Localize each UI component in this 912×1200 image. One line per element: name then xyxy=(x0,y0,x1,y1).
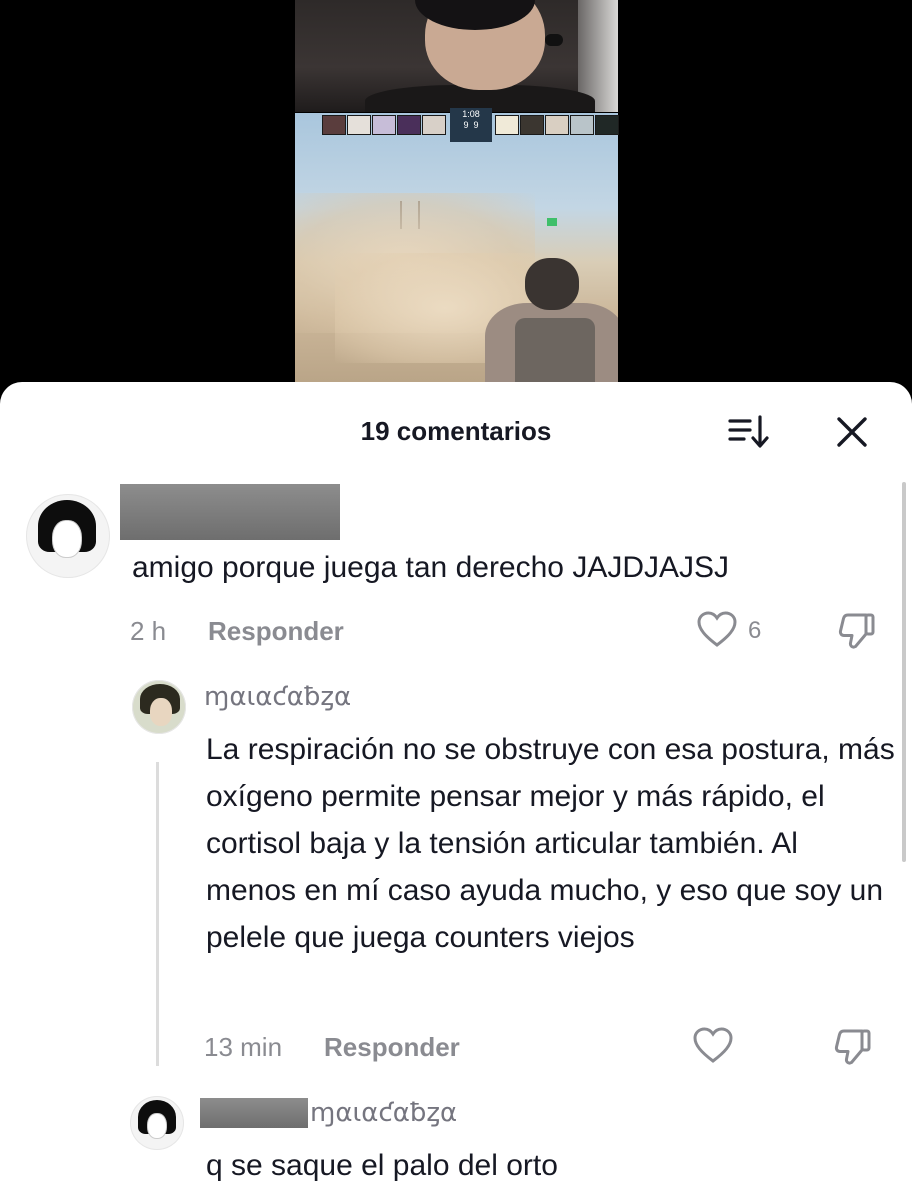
team-avatar xyxy=(347,115,371,135)
comment-text: La respiración no se obstruye con esa po… xyxy=(206,733,895,954)
avatar[interactable] xyxy=(132,680,186,734)
heart-icon xyxy=(693,1027,733,1063)
username[interactable]: ɱαɩαƈαƀȥα xyxy=(204,682,351,712)
video-player[interactable]: 1:08 9 9 xyxy=(0,0,912,400)
headset-mic-icon xyxy=(545,34,563,46)
sort-button[interactable] xyxy=(728,412,772,452)
like-button[interactable] xyxy=(696,610,738,655)
round-score: 1:08 9 9 xyxy=(450,108,492,142)
comments-header: 19 comentarios xyxy=(0,382,912,482)
team-avatar xyxy=(595,115,619,135)
like-count: 6 xyxy=(748,617,762,644)
dislike-icon xyxy=(834,1029,871,1065)
avatar[interactable] xyxy=(26,494,110,578)
close-icon xyxy=(837,417,867,447)
team-avatar xyxy=(570,115,594,135)
comment-time: 13 min xyxy=(204,1032,283,1062)
game-footage xyxy=(295,113,618,385)
team-avatar xyxy=(520,115,544,135)
team-avatar xyxy=(397,115,421,135)
heart-icon xyxy=(697,611,737,647)
team-avatar xyxy=(372,115,396,135)
comment-text: amigo porque juega tan derecho JAJDJAJSJ xyxy=(132,551,730,584)
dislike-button[interactable] xyxy=(832,1026,874,1073)
scrollbar[interactable] xyxy=(902,482,906,862)
team-avatar xyxy=(422,115,446,135)
avatar[interactable] xyxy=(130,1096,184,1150)
streamer-webcam xyxy=(295,0,618,112)
team-avatar xyxy=(545,115,569,135)
score-left: 9 xyxy=(463,120,469,130)
reply-button[interactable]: Responder xyxy=(324,1032,460,1063)
dislike-icon xyxy=(838,613,875,649)
comment-text: q se saque el palo del orto xyxy=(206,1149,558,1182)
redacted-username xyxy=(200,1098,308,1128)
like-button[interactable] xyxy=(692,1026,734,1071)
reply-to-username[interactable]: ɱαɩαƈαƀȥα xyxy=(310,1098,457,1128)
comments-count-title: 19 comentarios xyxy=(360,416,552,446)
game-hud: 1:08 9 9 xyxy=(322,108,620,142)
comment-time: 2 h xyxy=(130,616,167,646)
dislike-button[interactable] xyxy=(836,610,878,657)
thread-line xyxy=(156,762,159,1066)
sort-icon xyxy=(728,415,769,448)
score-right: 9 xyxy=(473,120,479,130)
comments-sheet: 19 comentarios amigo porque juega tan de… xyxy=(0,382,912,1200)
reply-button[interactable]: Responder xyxy=(208,616,344,647)
close-button[interactable] xyxy=(832,412,872,452)
round-timer: 1:08 xyxy=(462,109,480,119)
redacted-username xyxy=(120,484,340,540)
player-character xyxy=(485,258,618,385)
team-avatar xyxy=(495,115,519,135)
team-avatar xyxy=(322,115,346,135)
